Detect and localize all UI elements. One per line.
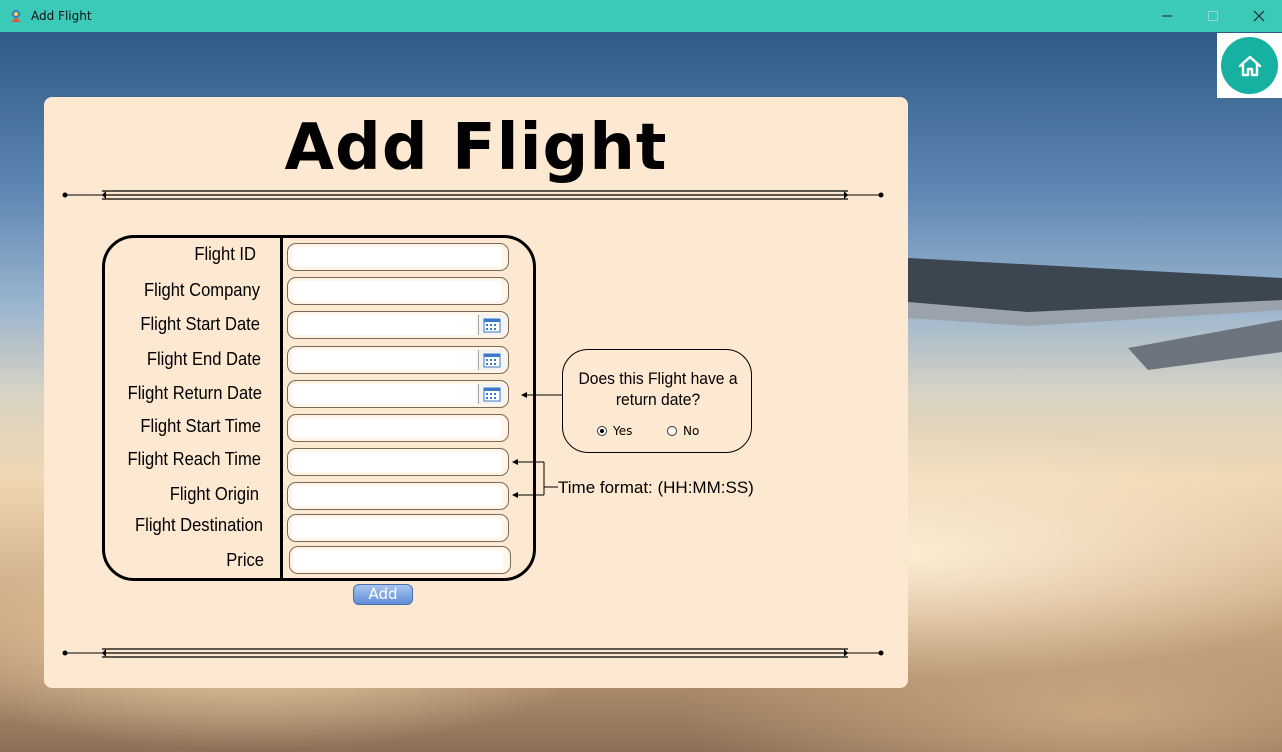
maximize-button[interactable] — [1190, 0, 1236, 32]
form-separator — [280, 235, 283, 579]
window-title: Add Flight — [31, 9, 92, 23]
label-flight-destination: Flight Destination — [135, 515, 263, 535]
calendar-button[interactable] — [478, 384, 505, 404]
calendar-icon — [483, 353, 501, 368]
minimize-button[interactable] — [1144, 0, 1190, 32]
return-date-box: Does this Flight have a return date? Yes… — [562, 349, 752, 453]
airplane-wing — [908, 258, 1282, 370]
label-flight-reach-time: Flight Reach Time — [127, 449, 261, 469]
time-format-note: Time format: (HH:MM:SS) — [558, 478, 754, 497]
app-icon — [9, 8, 25, 24]
flight-company-input[interactable] — [287, 277, 509, 305]
add-flight-panel: Add Flight Flight ID Flight Company Flig… — [44, 97, 908, 688]
label-flight-origin: Flight Origin — [169, 484, 259, 504]
close-button[interactable] — [1236, 0, 1282, 32]
label-flight-id: Flight ID — [194, 244, 256, 264]
top-divider — [62, 190, 884, 200]
radio-checked-icon — [597, 426, 607, 436]
return-no-label: No — [683, 424, 700, 438]
radio-unchecked-icon — [667, 426, 677, 436]
flight-start-time-input[interactable] — [287, 414, 509, 442]
title-bar: Add Flight — [0, 0, 1282, 32]
flight-end-date-picker[interactable] — [287, 346, 509, 374]
return-no-radio[interactable]: No — [667, 424, 699, 438]
bottom-divider — [62, 648, 884, 658]
home-button-container — [1217, 33, 1282, 98]
home-icon — [1238, 55, 1261, 76]
flight-id-input[interactable] — [287, 243, 509, 271]
flight-start-date-picker[interactable] — [287, 311, 509, 339]
flight-destination-input[interactable] — [287, 514, 509, 542]
minimize-icon — [1162, 15, 1172, 17]
page-title: Add Flight — [284, 111, 668, 185]
label-flight-company: Flight Company — [144, 280, 260, 300]
home-button[interactable] — [1221, 37, 1278, 94]
return-yes-label: Yes — [613, 424, 633, 438]
calendar-button[interactable] — [478, 315, 505, 335]
calendar-icon — [483, 387, 501, 402]
flight-origin-input[interactable] — [287, 482, 509, 510]
add-button[interactable]: Add — [353, 584, 413, 605]
label-flight-start-date: Flight Start Date — [140, 314, 260, 334]
close-icon — [1253, 10, 1265, 22]
calendar-button[interactable] — [478, 350, 505, 370]
flight-reach-time-input[interactable] — [287, 448, 509, 476]
calendar-icon — [483, 318, 501, 333]
label-flight-return-date: Flight Return Date — [127, 383, 262, 403]
maximize-icon — [1208, 11, 1218, 21]
return-date-question: Does this Flight have a return date? — [578, 369, 738, 409]
return-yes-radio[interactable]: Yes — [597, 424, 632, 438]
flight-return-date-picker[interactable] — [287, 380, 509, 408]
label-price: Price — [226, 550, 264, 570]
label-flight-end-date: Flight End Date — [146, 349, 261, 369]
label-flight-start-time: Flight Start Time — [140, 416, 261, 436]
price-input[interactable] — [289, 546, 511, 574]
